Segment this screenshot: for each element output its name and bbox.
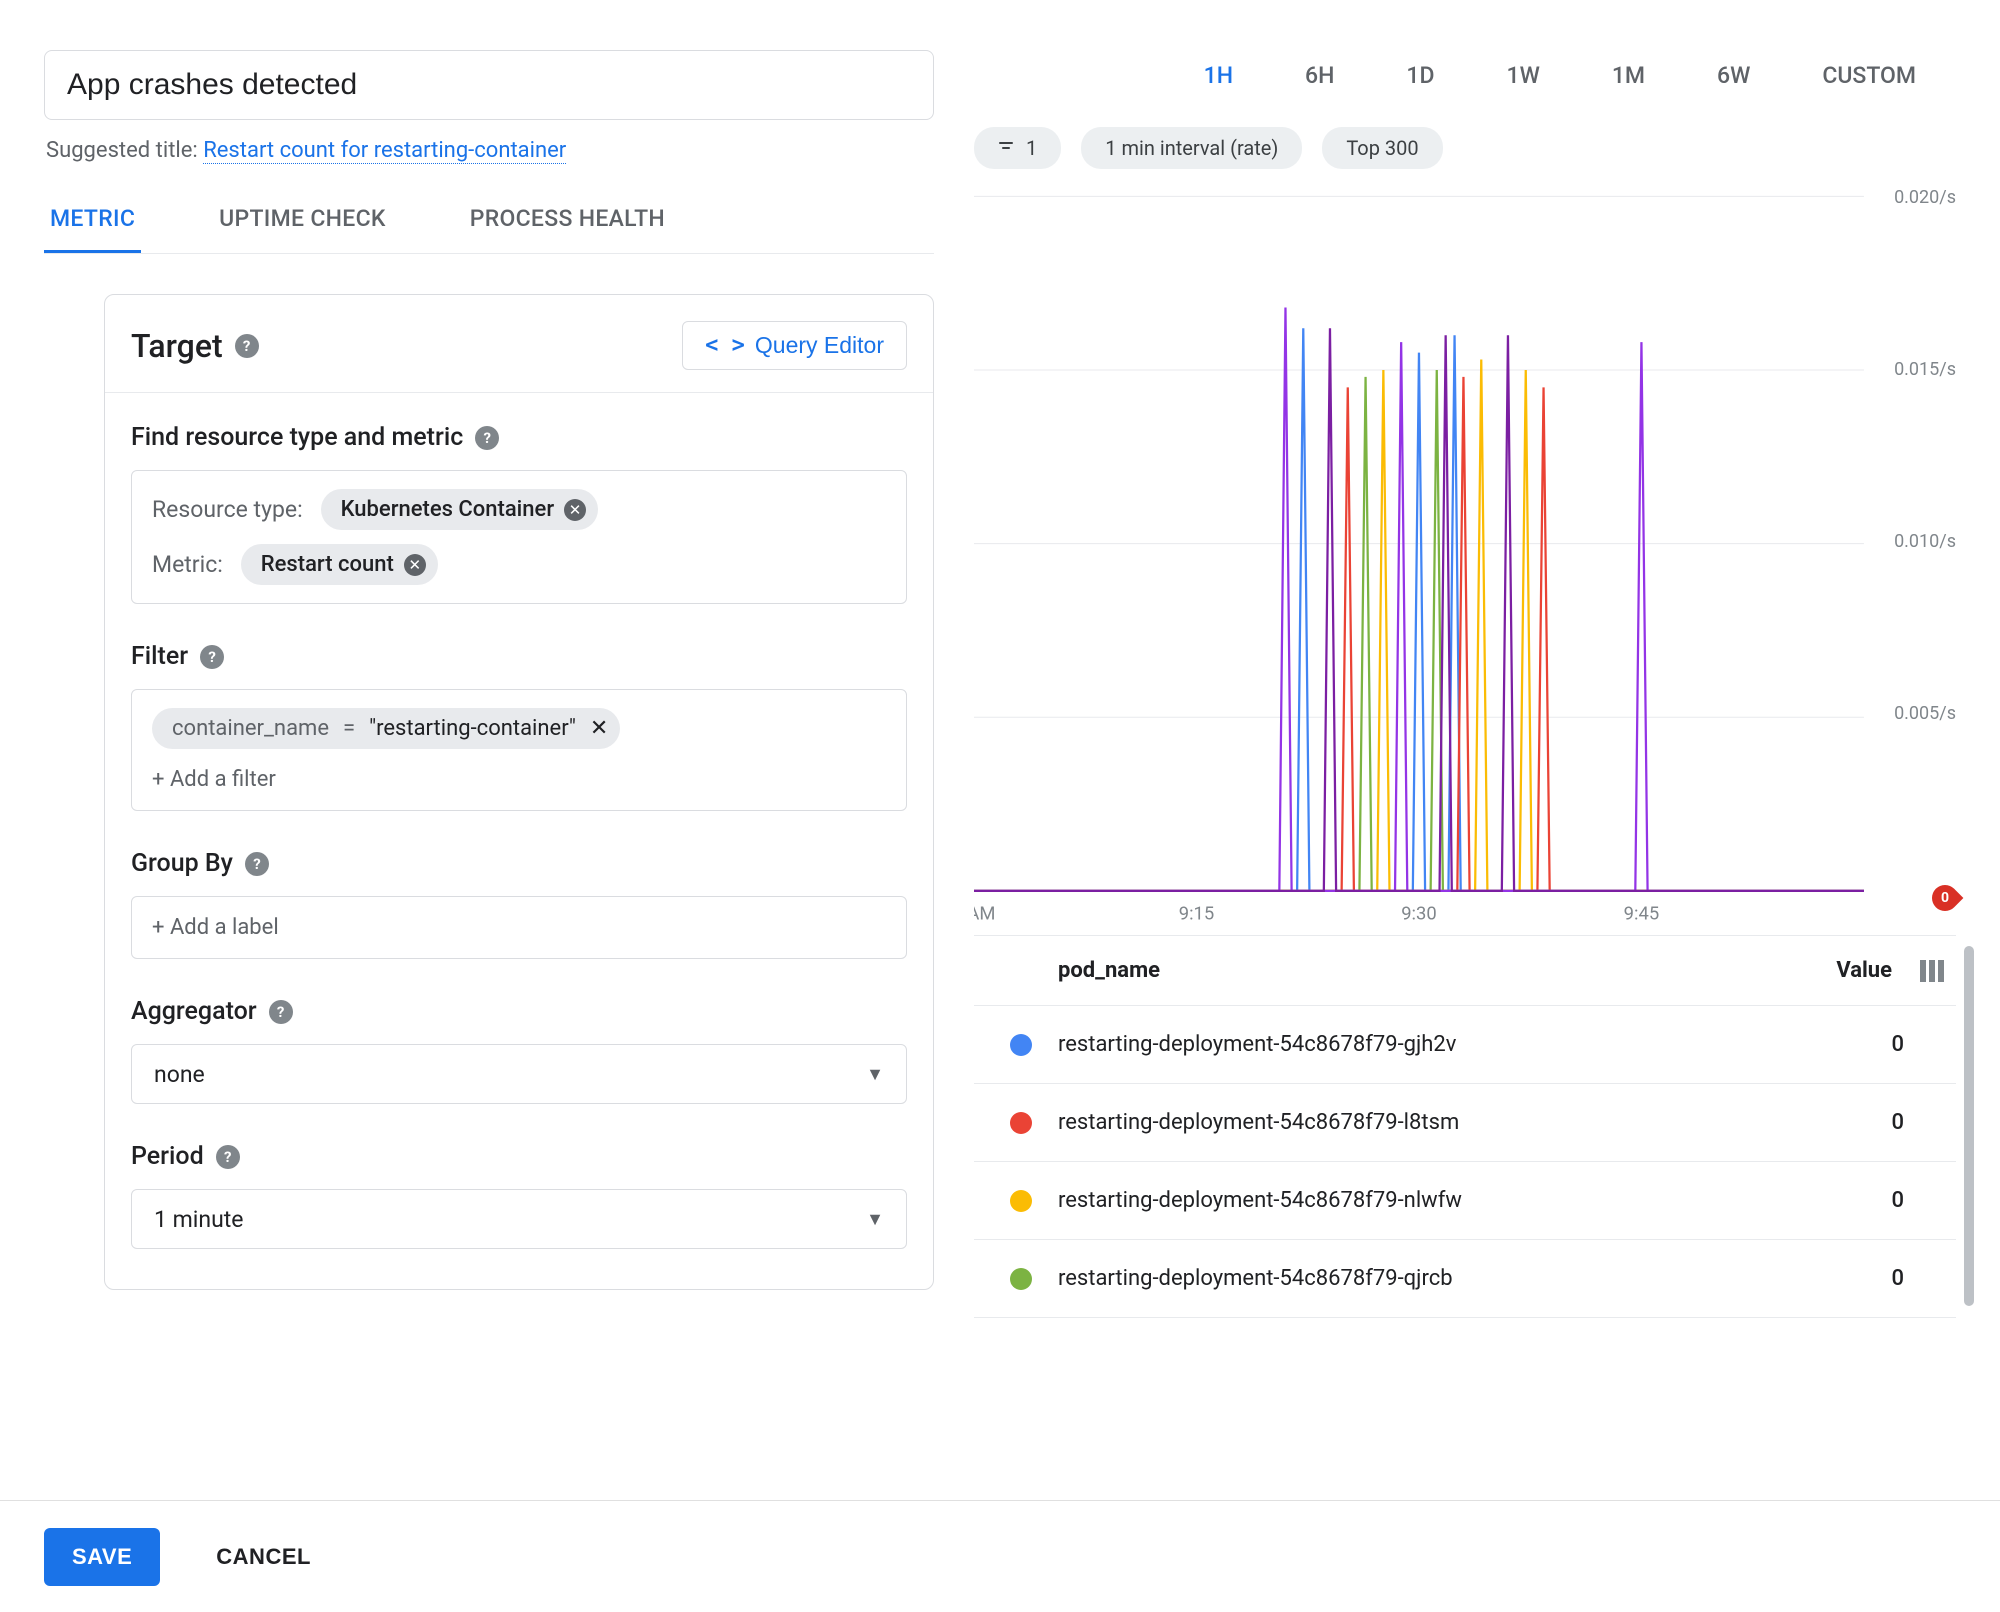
save-button[interactable]: SAVE — [44, 1528, 160, 1586]
svg-text:9:30: 9:30 — [1401, 904, 1437, 925]
code-icon: < > — [705, 333, 745, 358]
resource-type-label: Resource type: — [152, 496, 303, 523]
aggregator-select[interactable]: none ▼ — [131, 1044, 907, 1104]
tab-uptime-check[interactable]: UPTIME CHECK — [213, 205, 392, 253]
legend-name: restarting-deployment-54c8678f79-qjrcb — [1058, 1266, 1794, 1291]
help-icon[interactable]: ? — [200, 645, 224, 669]
filter-icon — [998, 141, 1016, 155]
filter-label: Filter ? — [131, 642, 907, 671]
time-1h[interactable]: 1H — [1204, 62, 1233, 89]
help-icon[interactable]: ? — [269, 1000, 293, 1024]
legend-value: 0 — [1794, 1032, 1904, 1057]
aggregator-label: Aggregator ? — [131, 997, 907, 1026]
color-swatch — [1010, 1268, 1032, 1290]
alert-title-input[interactable] — [44, 50, 934, 120]
legend-value: 0 — [1794, 1188, 1904, 1213]
time-1d[interactable]: 1D — [1406, 62, 1434, 89]
chart[interactable]: 0.020/s 0.015/s 0.010/s 0.005/s 9 AM9:15… — [974, 181, 1956, 911]
scrollbar[interactable] — [1964, 946, 1974, 1306]
filter-count-pill[interactable]: 1 — [974, 127, 1061, 169]
period-label: Period ? — [131, 1142, 907, 1171]
add-filter-button[interactable]: + Add a filter — [152, 767, 886, 792]
legend-row[interactable]: restarting-deployment-54c8678f79-nlwfw0 — [974, 1162, 1956, 1240]
filter-box: container_name = "restarting-container" … — [131, 689, 907, 811]
time-6w[interactable]: 6W — [1717, 62, 1750, 89]
period-select[interactable]: 1 minute ▼ — [131, 1189, 907, 1249]
time-1m[interactable]: 1M — [1612, 62, 1645, 89]
columns-icon[interactable] — [1920, 960, 1944, 982]
chevron-down-icon: ▼ — [866, 1209, 884, 1230]
remove-icon[interactable]: ✕ — [404, 554, 426, 576]
svg-text:9:15: 9:15 — [1179, 904, 1215, 925]
help-icon[interactable]: ? — [245, 852, 269, 876]
legend-header-value: Value — [1782, 958, 1892, 983]
time-1w[interactable]: 1W — [1507, 62, 1540, 89]
find-metric-label: Find resource type and metric ? — [131, 423, 907, 452]
color-swatch — [1010, 1034, 1032, 1056]
target-title-text: Target — [131, 327, 223, 365]
legend-row[interactable]: restarting-deployment-54c8678f79-l8tsm0 — [974, 1084, 1956, 1162]
tab-metric[interactable]: METRIC — [44, 205, 141, 253]
resource-type-chip[interactable]: Kubernetes Container ✕ — [321, 489, 598, 530]
metric-label: Metric: — [152, 551, 223, 578]
footer: SAVE CANCEL — [0, 1500, 2000, 1612]
legend-row[interactable]: restarting-deployment-54c8678f79-qjrcb0 — [974, 1240, 1956, 1318]
remove-icon[interactable]: ✕ — [564, 499, 586, 521]
tab-process-health[interactable]: PROCESS HEALTH — [464, 205, 671, 253]
query-editor-label: Query Editor — [755, 332, 884, 359]
color-swatch — [1010, 1112, 1032, 1134]
help-icon[interactable]: ? — [475, 426, 499, 450]
legend-header-name: pod_name — [1058, 958, 1782, 983]
query-editor-button[interactable]: < > Query Editor — [682, 321, 907, 370]
legend-name: restarting-deployment-54c8678f79-l8tsm — [1058, 1110, 1794, 1135]
target-title: Target ? — [131, 327, 259, 365]
target-card: Target ? < > Query Editor Find resource … — [104, 294, 934, 1290]
cancel-button[interactable]: CANCEL — [210, 1543, 317, 1571]
time-6h[interactable]: 6H — [1305, 62, 1334, 89]
legend-name: restarting-deployment-54c8678f79-nlwfw — [1058, 1188, 1794, 1213]
filter-chip[interactable]: container_name = "restarting-container" … — [152, 708, 620, 749]
svg-text:9 AM: 9 AM — [974, 904, 996, 925]
resource-metric-box: Resource type: Kubernetes Container ✕ Me… — [131, 470, 907, 604]
remove-icon[interactable]: ✕ — [590, 716, 608, 741]
interval-pill[interactable]: 1 min interval (rate) — [1081, 127, 1302, 169]
group-by-label: Group By ? — [131, 849, 907, 878]
chart-pills: 1 1 min interval (rate) Top 300 — [974, 127, 1956, 169]
svg-text:9:45: 9:45 — [1624, 904, 1660, 925]
time-range-tabs: 1H 6H 1D 1W 1M 6W CUSTOM — [974, 62, 1916, 89]
legend-row[interactable]: restarting-deployment-54c8678f79-gjh2v0 — [974, 1006, 1956, 1084]
editor-tabs: METRIC UPTIME CHECK PROCESS HEALTH — [44, 205, 934, 254]
metric-chip[interactable]: Restart count ✕ — [241, 544, 438, 585]
legend-value: 0 — [1794, 1110, 1904, 1135]
legend-name: restarting-deployment-54c8678f79-gjh2v — [1058, 1032, 1794, 1057]
help-icon[interactable]: ? — [235, 334, 259, 358]
time-custom[interactable]: CUSTOM — [1822, 62, 1916, 89]
suggested-prefix: Suggested title: — [46, 138, 203, 163]
chevron-down-icon: ▼ — [866, 1064, 884, 1085]
suggested-title-link[interactable]: Restart count for restarting-container — [203, 138, 566, 164]
color-swatch — [1010, 1190, 1032, 1212]
legend-table: pod_name Value restarting-deployment-54c… — [974, 935, 1956, 1318]
add-label-button[interactable]: + Add a label — [131, 896, 907, 959]
help-icon[interactable]: ? — [216, 1145, 240, 1169]
top-pill[interactable]: Top 300 — [1322, 127, 1442, 169]
legend-value: 0 — [1794, 1266, 1904, 1291]
suggested-title: Suggested title: Restart count for resta… — [46, 138, 934, 163]
legend-header: pod_name Value — [974, 936, 1956, 1006]
